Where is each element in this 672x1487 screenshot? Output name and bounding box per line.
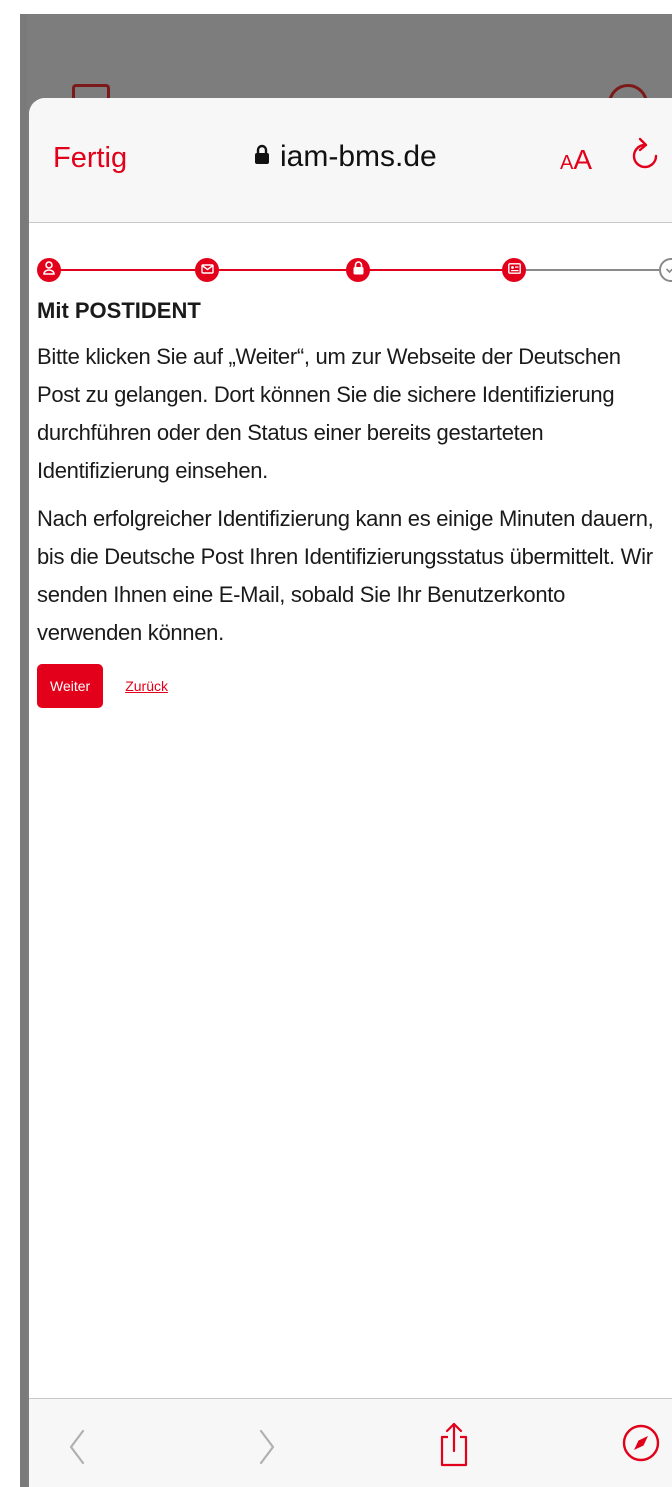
- domain-label: iam-bms.de: [280, 140, 437, 173]
- action-row: Weiter Zurück: [37, 664, 659, 708]
- stepper-line-complete: [59, 269, 517, 271]
- progress-stepper: [29, 250, 672, 290]
- text-size-small-glyph: A: [560, 152, 574, 174]
- mail-icon: [200, 261, 214, 279]
- step-5-complete: [659, 258, 672, 282]
- step-2-mail: [195, 258, 219, 282]
- text-size-button[interactable]: AA: [560, 144, 592, 176]
- done-button[interactable]: Fertig: [53, 142, 127, 175]
- back-icon[interactable]: [67, 1427, 87, 1472]
- info-paragraph: Nach erfolgreicher Identifizierung kann …: [37, 506, 654, 645]
- screen-left-margin: [0, 0, 20, 1487]
- address-bar[interactable]: iam-bms.de: [254, 140, 437, 174]
- instruction-paragraph: Bitte klicken Sie auf „Weiter“, um zur W…: [37, 344, 621, 483]
- step-1-user: [37, 258, 61, 282]
- browser-sheet: Fertig iam-bms.de AA Mit POSTIDENT Bitte…: [29, 98, 672, 1487]
- check-icon: [665, 261, 672, 279]
- continue-button[interactable]: Weiter: [37, 664, 104, 708]
- compass-icon[interactable]: [621, 1423, 661, 1468]
- section-title: Mit POSTIDENT: [37, 298, 201, 323]
- background-edge: [20, 14, 27, 1487]
- lock-icon: [353, 260, 364, 280]
- browser-toolbar: [29, 1398, 672, 1487]
- forward-icon[interactable]: [257, 1427, 277, 1472]
- main-content: Mit POSTIDENT Bitte klicken Sie auf „Wei…: [37, 298, 659, 708]
- stepper-line-pending: [517, 269, 663, 271]
- reload-icon[interactable]: [630, 136, 660, 181]
- id-card-icon: [507, 261, 521, 279]
- back-link[interactable]: Zurück: [125, 678, 168, 694]
- text-size-big-glyph: A: [573, 144, 593, 175]
- user-icon: [43, 260, 55, 280]
- browser-header: Fertig iam-bms.de AA: [29, 98, 672, 223]
- step-3-lock: [346, 258, 370, 282]
- step-4-id-card: [502, 258, 526, 282]
- share-icon[interactable]: [438, 1421, 470, 1472]
- lock-icon: [254, 144, 270, 170]
